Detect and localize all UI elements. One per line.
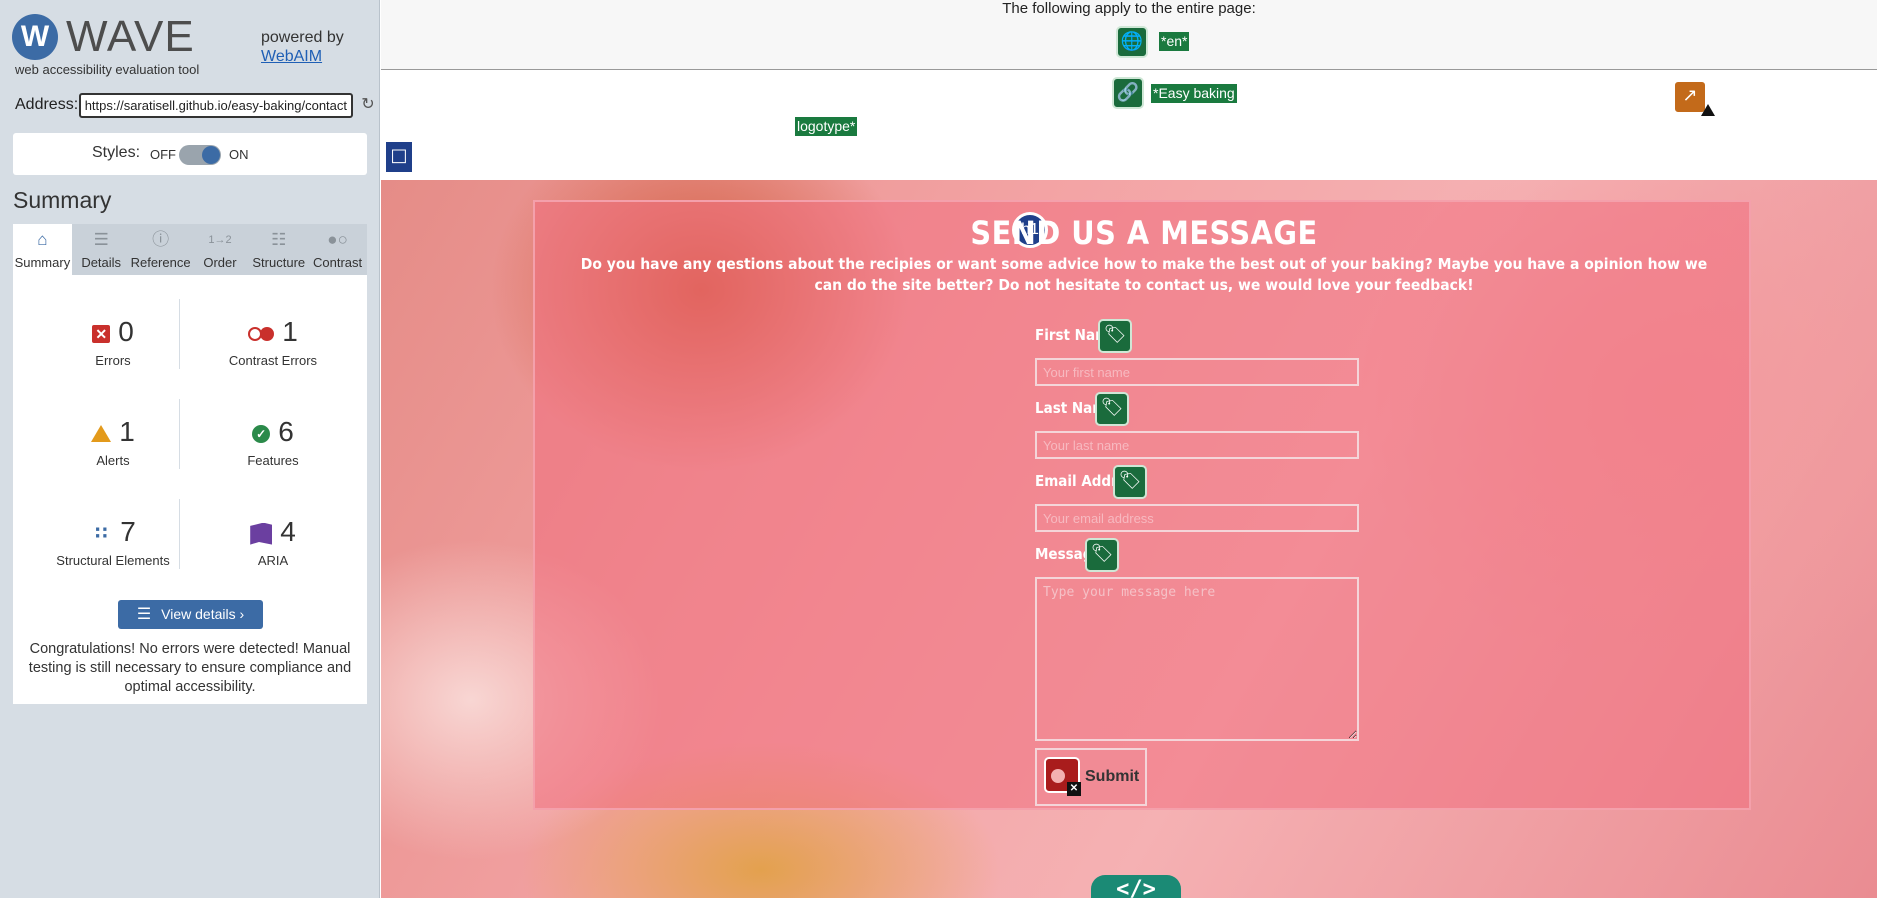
landmark-header-icon[interactable]: □	[384, 140, 414, 174]
order-icon: 1→2	[208, 234, 232, 246]
styles-toggle[interactable]	[179, 145, 221, 165]
structural-count: 7	[120, 516, 136, 547]
tab-structure[interactable]: ☷ Structure	[249, 224, 308, 275]
webaim-link[interactable]: WebAIM	[261, 47, 344, 66]
contrast-icon: ●○	[327, 230, 348, 249]
first-name-input[interactable]	[1035, 358, 1359, 386]
wave-sidebar: W WAVE web accessibility evaluation tool…	[0, 0, 380, 898]
styles-toggle-box: Styles: OFF ON	[13, 133, 367, 175]
tab-label: Details	[81, 255, 122, 270]
label-tag-icon[interactable]: 🏷	[1113, 465, 1147, 499]
wave-subtitle: web accessibility evaluation tool	[15, 62, 200, 77]
error-icon: ✕	[92, 324, 111, 343]
wave-logo-text: WAVE	[66, 12, 195, 61]
structural-label: Structural Elements	[56, 553, 170, 568]
label-tag-icon[interactable]: 🏷	[1095, 392, 1129, 426]
reload-icon[interactable]: ↻	[358, 95, 378, 115]
stat-errors[interactable]: ✕ 0 Errors	[33, 315, 193, 368]
feature-icon: ✓	[252, 424, 271, 443]
view-details-button[interactable]: ☰ View details ›	[118, 600, 263, 629]
tab-label: Summary	[14, 255, 71, 270]
tab-label: Structure	[252, 255, 306, 270]
tab-summary[interactable]: ⌂ Summary	[13, 224, 72, 275]
divider	[179, 499, 180, 569]
wave-logo: W WAVE web accessibility evaluation tool…	[12, 12, 372, 77]
address-label: Address:	[15, 96, 79, 113]
tab-label: Contrast	[313, 255, 363, 270]
tab-label: Reference	[130, 255, 191, 270]
address-bar: Address: ↻	[15, 93, 375, 119]
form-intro: Do you have any qestions about the recip…	[580, 255, 1708, 294]
page-notice-text: The following apply to the entire page:	[1002, 0, 1256, 17]
logo-alt-label-1: *Easy baking	[1151, 84, 1237, 103]
contact-form: h1 SEND US A MESSAGE Do you have any qes…	[533, 200, 1751, 810]
linked-image-icon[interactable]: 🔗	[1112, 77, 1144, 109]
contrast-errors-label: Contrast Errors	[228, 353, 318, 368]
label-tag-icon[interactable]: 🏷	[1098, 319, 1132, 353]
toggle-knob	[202, 146, 220, 164]
form-title: SEND US A MESSAGE	[970, 214, 1318, 252]
tab-label: Order	[203, 255, 237, 270]
view-details-label: View details ›	[161, 606, 245, 622]
list-icon: ☰	[93, 230, 109, 249]
styles-on-label: ON	[229, 147, 249, 162]
features-label: Features	[247, 453, 299, 468]
alert-triangle-icon	[1701, 104, 1715, 116]
language-icon[interactable]: 🌐	[1116, 26, 1148, 58]
stat-aria[interactable]: 4 ARIA	[193, 515, 353, 568]
close-icon: ✕	[1067, 782, 1081, 796]
language-label: *en*	[1159, 32, 1190, 51]
address-input[interactable]	[79, 93, 353, 118]
code-icon[interactable]: </>	[1091, 875, 1181, 898]
features-count: 6	[278, 416, 294, 447]
home-icon: ⌂	[37, 230, 48, 249]
aria-icon	[250, 522, 273, 545]
alert-icon	[91, 425, 112, 443]
summary-heading: Summary	[13, 187, 112, 213]
email-input[interactable]	[1035, 504, 1359, 532]
powered-by-text: powered by	[261, 29, 344, 46]
page-notice-bar: The following apply to the entire page: …	[381, 0, 1877, 70]
tab-details[interactable]: ☰ Details	[72, 224, 131, 275]
contrast-error-icon	[248, 326, 275, 341]
aria-count: 4	[280, 516, 296, 547]
last-name-input[interactable]	[1035, 431, 1359, 459]
divider	[179, 399, 180, 469]
tab-reference[interactable]: ⓘ Reference	[131, 224, 191, 275]
structure-icon: ☷	[271, 230, 287, 249]
message-textarea[interactable]	[1035, 577, 1359, 741]
errors-label: Errors	[95, 353, 131, 368]
styles-label: Styles:	[92, 144, 141, 161]
panel-tabs: ⌂ Summary ☰ Details ⓘ Reference 1→2 Orde…	[13, 224, 367, 275]
tab-order[interactable]: 1→2 Order	[191, 224, 250, 275]
list-icon: ☰	[136, 606, 152, 623]
aria-label: ARIA	[257, 553, 289, 568]
structure-icon: ∷	[94, 522, 108, 544]
stat-structural[interactable]: ∷ 7 Structural Elements	[33, 515, 193, 568]
stat-features[interactable]: ✓ 6 Features	[193, 415, 353, 468]
tab-contrast[interactable]: ●○ Contrast	[308, 224, 367, 275]
stat-contrast-errors[interactable]: 1 Contrast Errors	[193, 315, 353, 368]
alerts-label: Alerts	[96, 453, 130, 468]
divider	[179, 299, 180, 369]
alerts-count: 1	[119, 416, 135, 447]
stat-alerts[interactable]: 1 Alerts	[33, 415, 193, 468]
info-icon: ⓘ	[152, 230, 170, 249]
styles-off-label: OFF	[150, 147, 176, 162]
powered-by: powered by WebAIM	[261, 28, 344, 66]
contrast-errors-count: 1	[282, 316, 298, 347]
wave-logo-icon: W	[12, 14, 58, 60]
logo-alt-label-2: logotype*	[795, 117, 858, 136]
label-tag-icon[interactable]: 🏷	[1085, 538, 1119, 572]
congrats-message: Congratulations! No errors were detected…	[28, 641, 352, 695]
errors-count: 0	[118, 316, 134, 347]
